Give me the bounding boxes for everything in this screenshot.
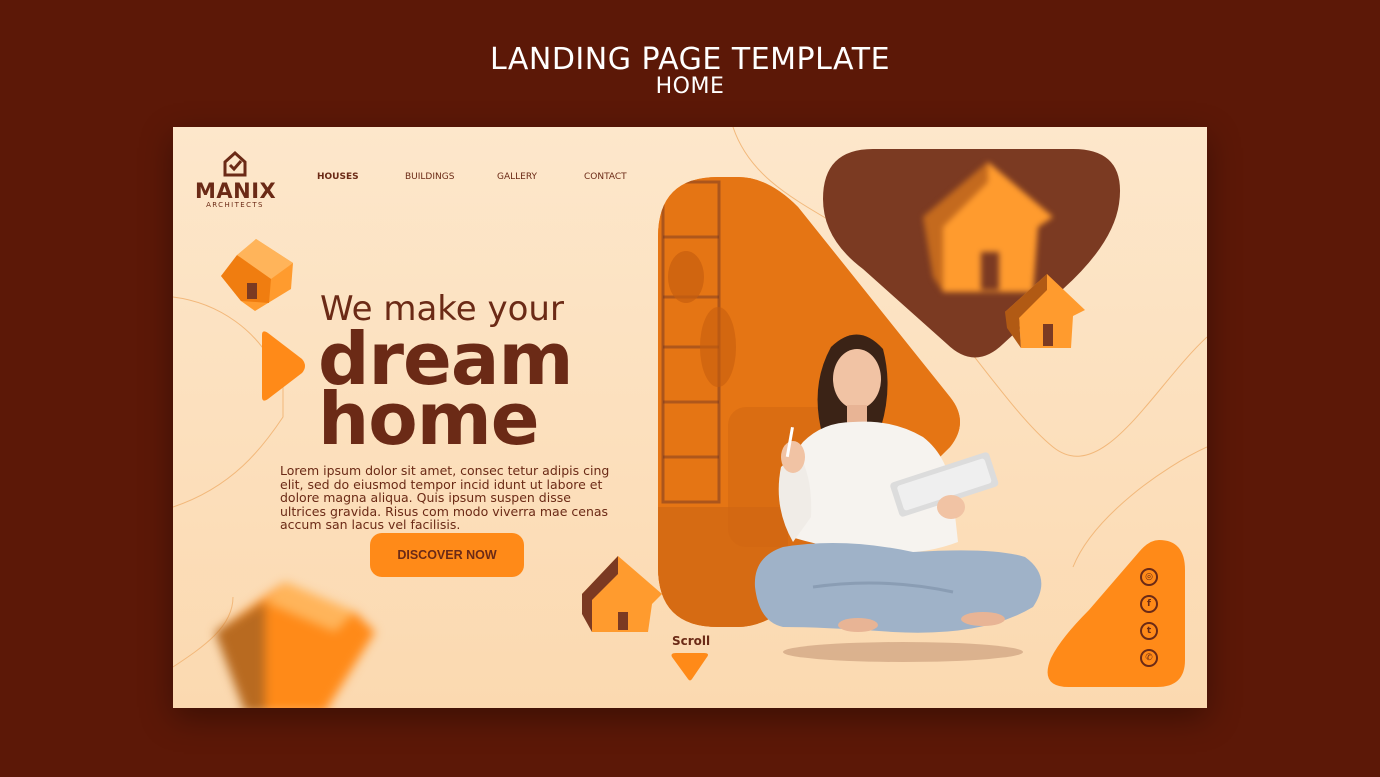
- house-3d-icon: [221, 239, 293, 311]
- hero-line-3: home: [318, 377, 540, 461]
- house-check-icon: [223, 150, 247, 177]
- facebook-icon[interactable]: f: [1140, 595, 1158, 613]
- brand-name[interactable]: MANIX: [195, 179, 276, 203]
- landing-card: MANIX ARCHITECTS HOUSES BUILDINGS GALLER…: [173, 127, 1207, 708]
- instagram-icon[interactable]: ◎: [1140, 568, 1158, 586]
- blurred-house-icon: [215, 582, 375, 708]
- woman-with-tablet-image: [754, 334, 1042, 662]
- page-title: LANDING PAGE TEMPLATE: [489, 42, 891, 77]
- play-triangle-shape: [262, 331, 305, 401]
- nav-item-houses[interactable]: HOUSES: [317, 172, 359, 182]
- nav-item-contact[interactable]: CONTACT: [584, 172, 627, 182]
- down-triangle-icon[interactable]: [670, 653, 710, 683]
- discover-now-button[interactable]: DISCOVER NOW: [370, 533, 524, 577]
- nav-item-gallery[interactable]: GALLERY: [497, 172, 537, 182]
- scroll-label[interactable]: Scroll: [672, 634, 710, 648]
- brand-tagline: ARCHITECTS: [206, 201, 264, 209]
- page-subtitle: HOME: [655, 74, 725, 99]
- nav-item-buildings[interactable]: BUILDINGS: [405, 172, 454, 182]
- hero-body-text: Lorem ipsum dolor sit amet, consec tetur…: [280, 463, 610, 532]
- social-panel-shape: [1047, 540, 1185, 687]
- house-3d-icon: [582, 556, 662, 632]
- whatsapp-icon[interactable]: ✆: [1140, 649, 1158, 667]
- twitter-icon[interactable]: t: [1140, 622, 1158, 640]
